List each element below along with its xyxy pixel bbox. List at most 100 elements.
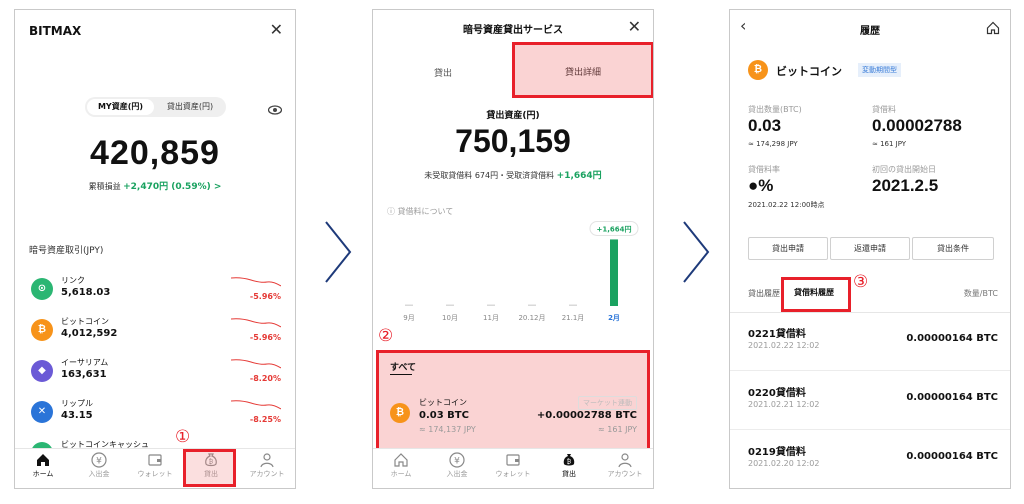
history-title: 0220貸借料 — [748, 388, 806, 399]
coin-name: ビットコイン — [776, 65, 842, 78]
lend-asset-pill[interactable]: 貸出資産(円) — [157, 99, 223, 115]
eye-icon[interactable] — [267, 100, 283, 119]
tab-deposit-label: 入出金 — [88, 470, 110, 478]
svg-text:₿: ₿ — [567, 459, 572, 466]
coin-price: 4,012,592 — [61, 328, 118, 339]
filter-underline — [390, 374, 412, 375]
history-row[interactable]: 0221貸借料 2021.02.22 12:02 0.00000164 BTC — [730, 313, 1010, 371]
coin-fee-jpy: ≈ 161 JPY — [598, 425, 637, 434]
coin-list-item[interactable]: ⊙ リンク 5,618.03 -5.96% — [15, 272, 295, 310]
lending-tab-highlight — [183, 449, 236, 487]
pl-label: 累積損益 — [88, 182, 121, 191]
tab-wallet-label: ウォレット — [137, 470, 173, 478]
fee-jpy: ≈ 161 JPY — [872, 140, 907, 148]
tab-account[interactable]: アカウント — [239, 452, 295, 479]
tab-account-label: アカウント — [249, 470, 285, 478]
history-date: 2021.02.22 12:02 — [748, 341, 820, 350]
tab-account-label: アカウント — [607, 470, 643, 478]
lend-terms-button[interactable]: 貸出条件 — [912, 237, 994, 260]
step-marker-1: ① — [175, 427, 191, 447]
tab-lend-history[interactable]: 貸出履歴 — [748, 288, 780, 299]
sparkline — [231, 318, 281, 328]
tab-home-label: ホーム — [390, 470, 412, 478]
tab-wallet[interactable]: ウォレット — [485, 452, 541, 479]
rate-date: 2021.02.22 12:00時点 — [748, 201, 825, 209]
money-bag-icon: ₿ — [563, 454, 575, 466]
svg-text:¥: ¥ — [96, 457, 102, 467]
sparkline — [231, 359, 281, 369]
history-title: 0221貸借料 — [748, 329, 806, 340]
qty-label: 貸出数量(BTC) — [748, 105, 802, 114]
asset-label: 貸出資産(円) — [486, 111, 540, 121]
tab-account[interactable]: アカウント — [597, 452, 653, 479]
fee-bar-chart: 9月 10月 11月 20.12月 21.1月 2月 +1,664円 — [403, 220, 639, 322]
coin-list-item[interactable]: ✕ リップル 43.15 -8.25% — [15, 395, 295, 433]
return-apply-button[interactable]: 返還申請 — [830, 237, 910, 260]
history-screen: ‹ 履歴 ₿ ビットコイン 変動期間型 貸出数量(BTC) 0.03 ≈ 174… — [729, 9, 1011, 489]
coin-list-item[interactable]: ₿ ビットコイン 4,012,592 -5.96% — [15, 313, 295, 351]
wallet-icon — [506, 454, 520, 466]
lending-service-screen: 暗号資産貸出サービス ✕ 貸出 貸出詳細 貸出資産(円) 750,159 未受取… — [372, 9, 654, 489]
page-title: 履歴 — [860, 26, 880, 37]
coin-change: -8.20% — [249, 374, 281, 383]
close-icon[interactable]: ✕ — [270, 20, 283, 39]
pl-line[interactable]: 累積損益 +2,470円 (0.59%) > — [15, 179, 295, 192]
history-row[interactable]: 0220貸借料 2021.02.21 12:02 0.00000164 BTC — [730, 372, 1010, 430]
chart-bar — [610, 239, 618, 306]
coin-icon: ⊙ — [31, 278, 53, 300]
sparkline — [231, 400, 281, 410]
asset-value: 750,159 — [455, 123, 571, 159]
my-asset-pill[interactable]: MY資産(円) — [87, 99, 154, 115]
chart-tick-label: 21.1月 — [562, 314, 585, 322]
home-icon[interactable] — [986, 20, 1000, 39]
detail-tab-highlight — [512, 42, 653, 98]
history-row[interactable]: 0219貸借料 2021.02.20 12:02 0.00000164 BTC — [730, 431, 1010, 488]
received-fee-label: 674円・受取済貸借料 — [474, 171, 555, 180]
tab-wallet-label: ウォレット — [495, 470, 531, 478]
yen-coin-icon: ¥ — [449, 452, 465, 468]
wallet-icon — [148, 454, 162, 466]
tab-deposit[interactable]: ¥ 入出金 — [429, 452, 485, 479]
lend-apply-button[interactable]: 貸出申請 — [748, 237, 828, 260]
qty-value: 0.03 — [748, 116, 782, 135]
step-marker-2: ② — [378, 326, 394, 346]
tab-lend[interactable]: 貸出 — [373, 54, 513, 94]
market-linked-tag: マーケット連動 — [578, 396, 637, 410]
coin-price: 163,631 — [61, 369, 107, 380]
tab-home[interactable]: ホーム — [373, 452, 429, 479]
chart-tick-label: 20.12月 — [518, 314, 545, 322]
chart-tick-label: 11月 — [483, 314, 499, 322]
start-label: 初回の貸出開始日 — [872, 165, 936, 174]
sparkline — [231, 277, 281, 287]
filter-all[interactable]: すべて — [390, 360, 416, 373]
unit-label: 数量/BTC — [963, 289, 998, 298]
tab-wallet[interactable]: ウォレット — [127, 452, 183, 479]
chart-bar — [405, 304, 413, 306]
close-icon[interactable]: ✕ — [628, 17, 641, 36]
tab-deposit[interactable]: ¥ 入出金 — [71, 452, 127, 479]
chart-tick-label: 10月 — [442, 314, 458, 322]
home-icon — [37, 454, 49, 466]
coin-price: 5,618.03 — [61, 287, 111, 298]
brand-logo: BITMAX — [29, 24, 82, 38]
chart-tick-label: 2月 — [608, 314, 620, 322]
total-asset-value: 420,859 — [90, 134, 220, 172]
tab-lending-label: 貸出 — [562, 470, 576, 478]
tab-bar: ホーム ¥ 入出金 ウォレット ₿ 貸出 アカウント — [373, 448, 653, 488]
tab-lending[interactable]: ₿ 貸出 — [541, 452, 597, 479]
fee-value: 0.00002788 — [872, 116, 962, 135]
tab-home[interactable]: ホーム — [15, 452, 71, 479]
section-title: 暗号資産取引(JPY) — [29, 246, 104, 256]
rate-value: ●% — [748, 176, 774, 195]
coin-name: リンク — [61, 276, 85, 285]
coin-icon: ◆ — [31, 360, 53, 382]
chart-tick-label: 9月 — [403, 314, 414, 322]
period-badge: 変動期間型 — [858, 63, 901, 77]
page-title: 暗号資産貸出サービス — [463, 25, 563, 36]
chevron-right-icon — [680, 220, 712, 288]
coin-icon: ₿ — [31, 319, 53, 341]
history-amount: 0.00000164 BTC — [906, 392, 998, 403]
coin-list-item[interactable]: ◆ イーサリアム 163,631 -8.20% — [15, 354, 295, 392]
pl-value: +2,470円 (0.59%) > — [123, 182, 222, 192]
bitcoin-icon: ₿ — [390, 403, 410, 423]
